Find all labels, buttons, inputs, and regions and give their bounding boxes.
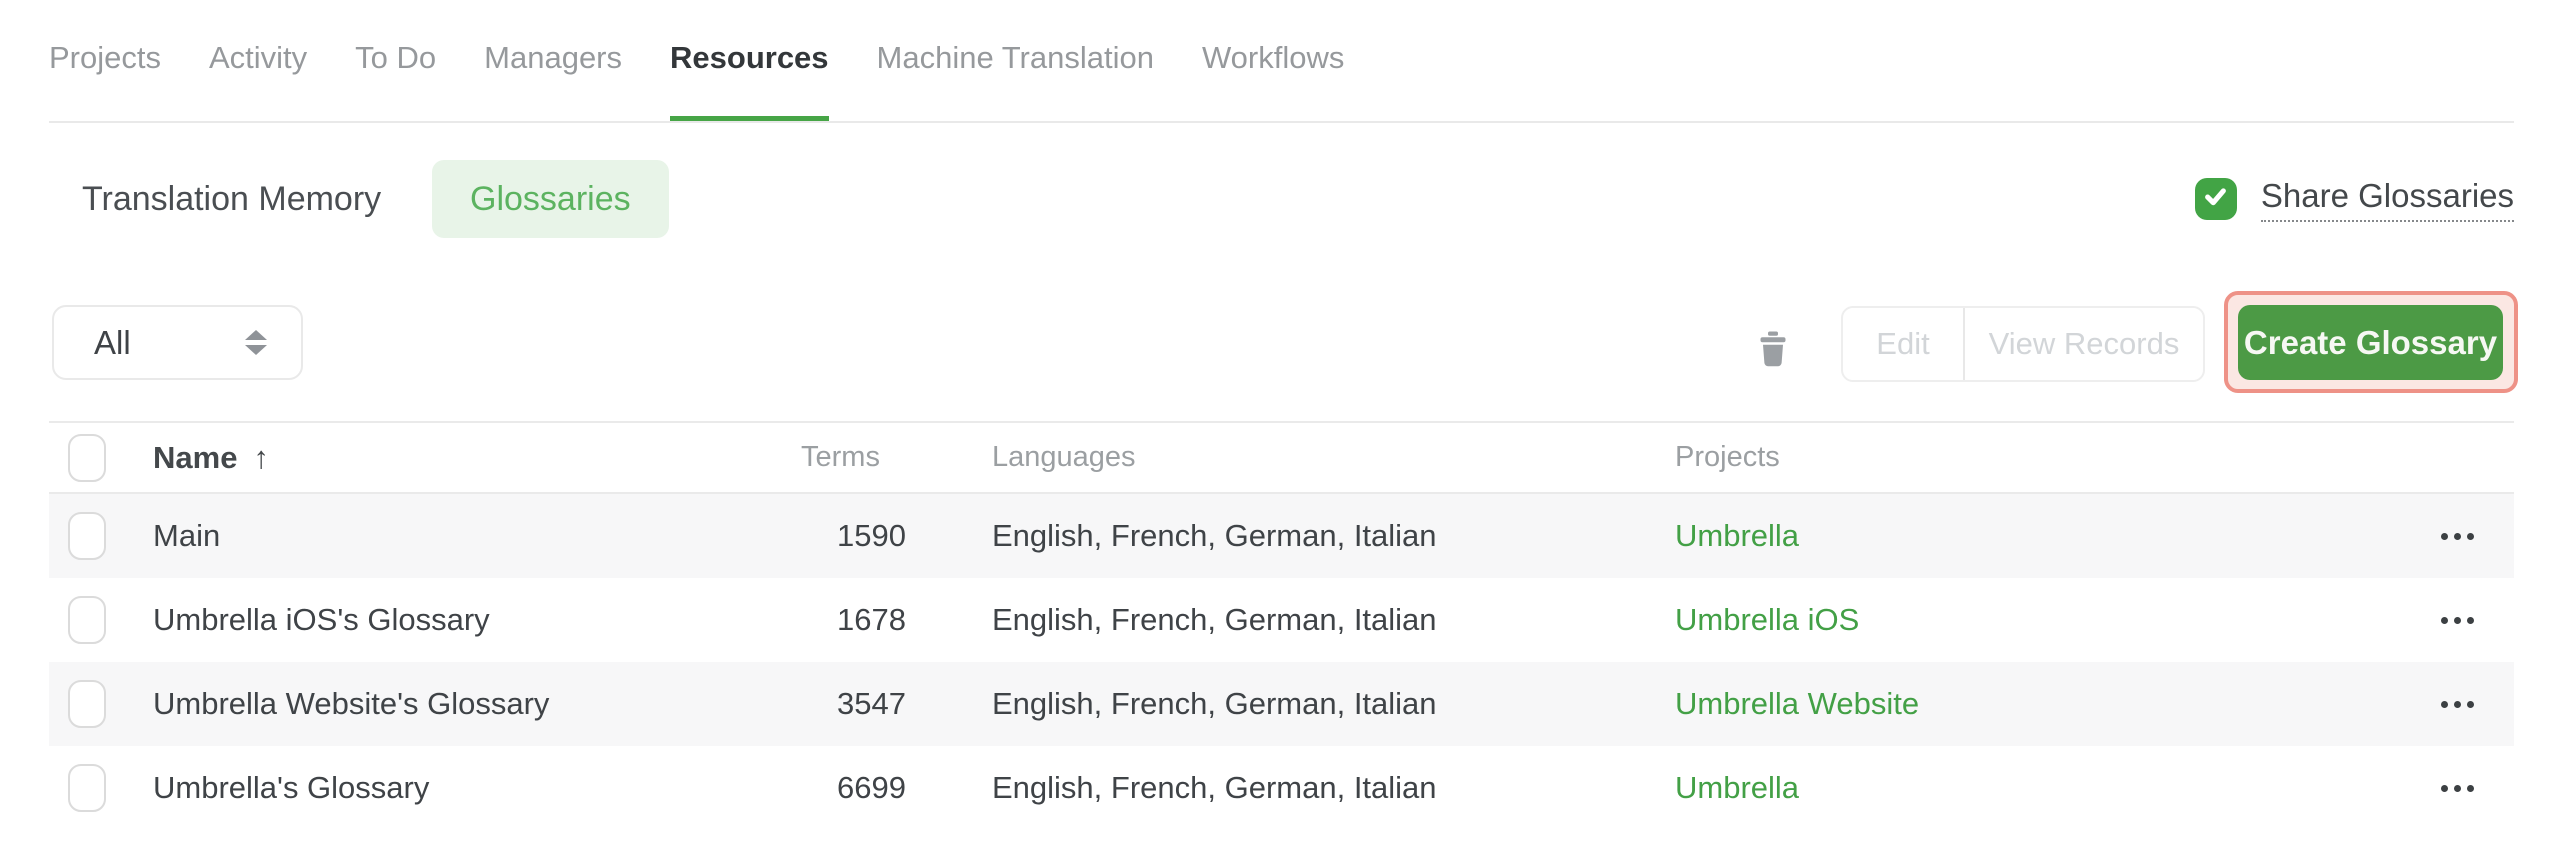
project-link[interactable]: Umbrella [1675, 770, 1799, 805]
glossary-languages: English, French, German, Italian [992, 770, 1437, 805]
glossary-languages: English, French, German, Italian [992, 602, 1437, 637]
tab-activity[interactable]: Activity [209, 0, 307, 123]
subtab-translation-memory[interactable]: Translation Memory [82, 160, 381, 238]
ellipsis-icon [2440, 532, 2474, 540]
share-glossaries-control: Share Glossaries [2194, 160, 2514, 238]
glossary-filter-dropdown[interactable]: All [52, 305, 303, 380]
name-header-label: Name [153, 439, 238, 475]
glossary-terms-count: 1590 [837, 518, 906, 553]
column-header-name[interactable]: Name ↑ [153, 440, 801, 476]
selection-actions-group: Edit View Records [1841, 306, 2205, 382]
tab-machine-translation[interactable]: Machine Translation [877, 0, 1154, 123]
nav-divider [49, 121, 2514, 123]
create-glossary-button[interactable]: Create Glossary [2238, 305, 2503, 380]
project-link[interactable]: Umbrella Website [1675, 686, 1919, 721]
glossary-languages: English, French, German, Italian [992, 518, 1437, 553]
glossary-name: Umbrella iOS's Glossary [153, 602, 490, 637]
view-records-button[interactable]: View Records [1965, 308, 2203, 380]
resources-subnav: Translation Memory Glossaries Share Glos… [0, 160, 2550, 238]
ellipsis-icon [2440, 784, 2474, 792]
glossary-name: Main [153, 518, 221, 553]
tab-resources[interactable]: Resources [670, 0, 829, 123]
tab-workflows[interactable]: Workflows [1202, 0, 1344, 123]
trash-icon [1758, 331, 1788, 370]
top-nav: Projects Activity To Do Managers Resourc… [49, 0, 1344, 123]
row-menu-button[interactable] [2400, 494, 2514, 578]
row-checkbox[interactable] [68, 596, 106, 644]
table-row: Umbrella's Glossary 6699 English, French… [49, 746, 2514, 830]
tab-todo[interactable]: To Do [355, 0, 436, 123]
share-glossaries-label[interactable]: Share Glossaries [2260, 177, 2514, 222]
glossaries-table: Name ↑ Terms Languages Projects Main 159… [49, 421, 2514, 830]
row-menu-button[interactable] [2400, 578, 2514, 662]
column-header-terms: Terms [801, 441, 880, 473]
table-row: Umbrella iOS's Glossary 1678 English, Fr… [49, 578, 2514, 662]
sort-ascending-icon: ↑ [253, 439, 269, 475]
subtab-glossaries[interactable]: Glossaries [432, 160, 669, 238]
row-checkbox[interactable] [68, 680, 106, 728]
updown-arrows-icon [245, 330, 267, 355]
glossary-terms-count: 6699 [837, 770, 906, 805]
glossary-filter-value: All [94, 323, 131, 361]
share-glossaries-checkbox[interactable] [2194, 178, 2237, 220]
tab-managers[interactable]: Managers [484, 0, 622, 123]
glossary-name: Umbrella Website's Glossary [153, 686, 550, 721]
project-link[interactable]: Umbrella iOS [1675, 602, 1859, 637]
column-header-languages: Languages [992, 441, 1136, 473]
delete-button[interactable] [1755, 330, 1791, 370]
edit-button[interactable]: Edit [1843, 308, 1963, 380]
glossaries-page: Projects Activity To Do Managers Resourc… [0, 0, 2550, 868]
glossary-languages: English, French, German, Italian [992, 686, 1437, 721]
glossary-name: Umbrella's Glossary [153, 770, 430, 805]
row-checkbox[interactable] [68, 764, 106, 812]
table-header-row: Name ↑ Terms Languages Projects [49, 423, 2514, 494]
column-header-projects: Projects [1675, 441, 1780, 473]
check-icon [2202, 183, 2229, 215]
glossary-terms-count: 3547 [837, 686, 906, 721]
tab-projects[interactable]: Projects [49, 0, 161, 123]
table-row: Main 1590 English, French, German, Itali… [49, 494, 2514, 578]
row-menu-button[interactable] [2400, 746, 2514, 830]
ellipsis-icon [2440, 616, 2474, 624]
project-link[interactable]: Umbrella [1675, 518, 1799, 553]
row-checkbox[interactable] [68, 512, 106, 560]
ellipsis-icon [2440, 700, 2474, 708]
table-row: Umbrella Website's Glossary 3547 English… [49, 662, 2514, 746]
glossary-terms-count: 1678 [837, 602, 906, 637]
row-menu-button[interactable] [2400, 662, 2514, 746]
select-all-checkbox[interactable] [68, 433, 106, 482]
